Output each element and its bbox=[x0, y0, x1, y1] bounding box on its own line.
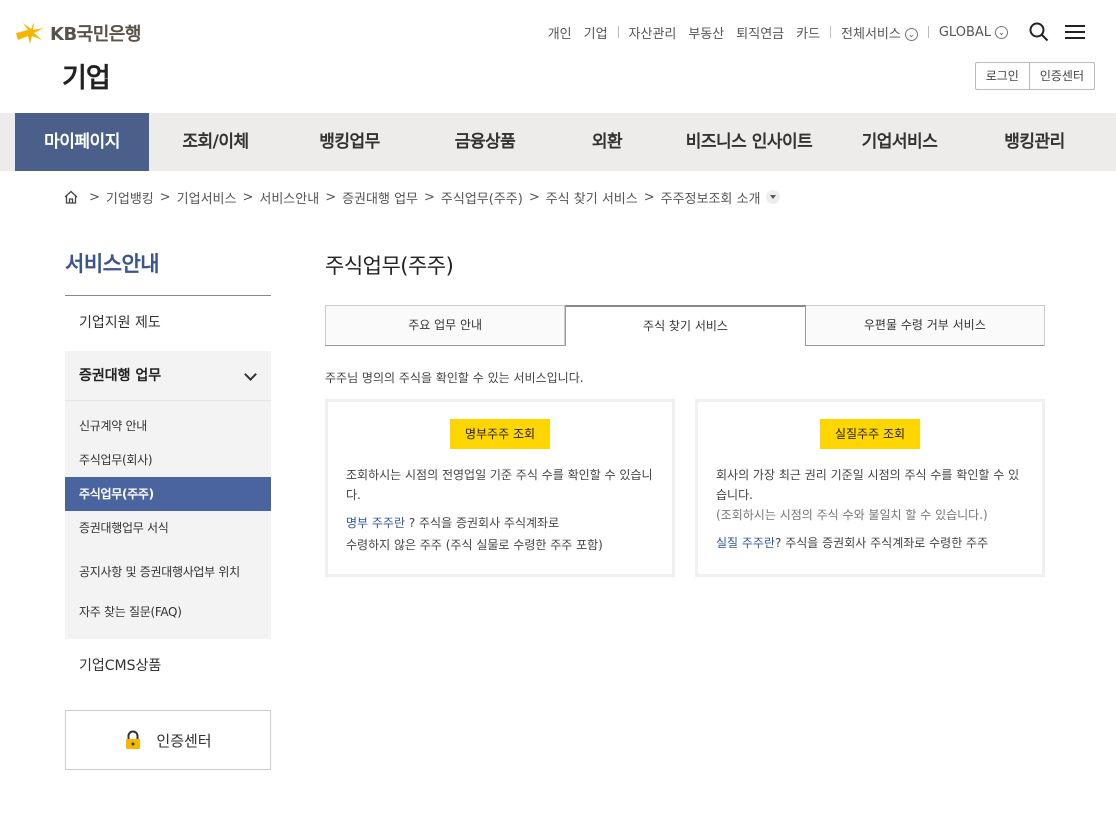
breadcrumb-arrow: > bbox=[528, 189, 540, 205]
service-description: 주주님 명의의 주식을 확인할 수 있는 서비스입니다. bbox=[325, 371, 584, 385]
actual-shareholder-link[interactable]: 실질 주주란 bbox=[716, 536, 775, 550]
breadcrumb-arrow: > bbox=[643, 189, 655, 205]
nav-business[interactable]: 기업 bbox=[584, 23, 608, 42]
breadcrumb-item[interactable]: 기업서비스 bbox=[177, 188, 237, 207]
side-nav-group-securities-agency[interactable]: 증권대행 업무 bbox=[65, 351, 271, 401]
registered-shareholder-card: 명부주주 조회 조회하시는 시점의 전영업일 기준 주식 수를 확인할 수 있습… bbox=[325, 399, 675, 577]
kb-logo[interactable]: KB국민은행 bbox=[14, 20, 141, 46]
utility-nav: 개인 기업 자산관리 부동산 퇴직연금 카드 전체서비스 ⌄ GLOBAL ⌄ bbox=[542, 22, 1086, 42]
actual-shareholder-button[interactable]: 실질주주 조회 bbox=[820, 419, 920, 449]
gnb-forex[interactable]: 외환 bbox=[553, 113, 661, 171]
divider bbox=[830, 26, 832, 38]
gnb-corporate-services[interactable]: 기업서비스 bbox=[837, 113, 962, 171]
menu-button[interactable] bbox=[1064, 21, 1086, 43]
gnb-banking[interactable]: 뱅킹업무 bbox=[282, 113, 417, 171]
card-definition-text: ? 주식을 증권회사 주식계좌로 bbox=[405, 516, 560, 530]
cert-center-link[interactable]: 인증센터 bbox=[65, 710, 271, 770]
card-text: 조회하시는 시점의 전영업일 기준 주식 수를 확인할 수 있습니다. bbox=[346, 468, 653, 502]
cert-center-button[interactable]: 인증센터 bbox=[1028, 63, 1094, 89]
gnb-inquiry-transfer[interactable]: 조회/이체 bbox=[149, 113, 282, 171]
breadcrumb-item[interactable]: 기업뱅킹 bbox=[106, 188, 154, 207]
side-nav-group-label: 증권대행 업무 bbox=[79, 368, 162, 384]
submenu-notice-location[interactable]: 공지사항 및 증권대행사업부 위치 bbox=[65, 549, 271, 595]
card-definition: 명부 주주란 ? 주식을 증권회사 주식계좌로 수령하지 않은 주주 (주식 실… bbox=[346, 512, 654, 556]
card-definition-text: 수령하지 않은 주주 (주식 실물로 수령한 주주 포함) bbox=[346, 538, 603, 552]
divider bbox=[617, 26, 619, 38]
nav-personal[interactable]: 개인 bbox=[548, 23, 572, 42]
breadcrumb-arrow: > bbox=[89, 189, 100, 205]
header: KB국민은행 기업 개인 기업 자산관리 부동산 퇴직연금 카드 전체서비스 ⌄ … bbox=[0, 0, 1116, 113]
card-definition: 실질 주주란? 주식을 증권회사 주식계좌로 수령한 주주 bbox=[716, 532, 1024, 554]
card-text: 회사의 가장 최근 권리 기준일 시점의 주식 수를 확인할 수 있습니다. bbox=[716, 468, 1020, 502]
card-list: 명부주주 조회 조회하시는 시점의 전영업일 기준 주식 수를 확인할 수 있습… bbox=[325, 399, 1045, 577]
search-button[interactable] bbox=[1028, 21, 1050, 43]
card-definition-text: ? 주식을 증권회사 주식계좌로 수령한 주주 bbox=[775, 536, 989, 550]
lock-icon bbox=[126, 730, 141, 749]
breadcrumb-dropdown-icon[interactable] bbox=[766, 190, 781, 204]
chevron-down-icon: ⌄ bbox=[904, 27, 918, 41]
nav-realestate[interactable]: 부동산 bbox=[688, 23, 724, 42]
side-nav: 서비스안내 기업지원 제도 증권대행 업무 신규계약 안내 주식업무(회사) 주… bbox=[65, 248, 271, 770]
main-nav: 마이페이지 조회/이체 뱅킹업무 금융상품 외환 비즈니스 인사이트 기업서비스… bbox=[0, 113, 1116, 171]
submenu-forms[interactable]: 증권대행업무 서식 bbox=[65, 511, 271, 545]
home-icon[interactable] bbox=[63, 189, 79, 205]
login-button[interactable]: 로그인 bbox=[976, 63, 1029, 89]
side-nav-title: 서비스안내 bbox=[65, 248, 271, 296]
tab-stock-search[interactable]: 주식 찾기 서비스 bbox=[565, 305, 806, 346]
actual-shareholder-card: 실질주주 조회 회사의 가장 최근 권리 기준일 시점의 주식 수를 확인할 수… bbox=[695, 399, 1045, 577]
global-label: GLOBAL bbox=[938, 24, 991, 40]
breadcrumb-item[interactable]: 주식 찾기 서비스 bbox=[546, 188, 638, 207]
breadcrumb-item[interactable]: 증권대행 업무 bbox=[342, 188, 418, 207]
breadcrumb-item[interactable]: 주식업무(주주) bbox=[441, 188, 523, 207]
breadcrumb-current[interactable]: 주주정보조회 소개 bbox=[661, 188, 761, 207]
chevron-down-icon: ⌄ bbox=[995, 25, 1008, 39]
card-note: (조회하시는 시점의 주식 수와 불일치 할 수 있습니다.) bbox=[716, 508, 988, 522]
breadcrumb-arrow: > bbox=[242, 189, 254, 205]
side-nav-item-cms[interactable]: 기업CMS상품 bbox=[65, 639, 271, 694]
kb-star-icon bbox=[16, 22, 44, 44]
search-icon bbox=[1029, 22, 1049, 42]
submenu-stock-company[interactable]: 주식업무(회사) bbox=[65, 443, 271, 477]
gnb-banking-management[interactable]: 뱅킹관리 bbox=[962, 113, 1107, 171]
site-title: 기업 bbox=[62, 63, 111, 94]
gnb-financial-products[interactable]: 금융상품 bbox=[417, 113, 553, 171]
nav-global[interactable]: GLOBAL ⌄ bbox=[939, 25, 1008, 40]
cert-center-label: 인증센터 bbox=[156, 731, 212, 750]
breadcrumb: > 기업뱅킹 > 기업서비스 > 서비스안내 > 증권대행 업무 > 주식업무(… bbox=[63, 187, 781, 207]
divider bbox=[927, 26, 929, 38]
side-nav-item-corporate-support[interactable]: 기업지원 제도 bbox=[65, 296, 271, 351]
submenu-new-contract[interactable]: 신규계약 안내 bbox=[65, 409, 271, 443]
registered-shareholder-button[interactable]: 명부주주 조회 bbox=[450, 419, 550, 449]
nav-pension[interactable]: 퇴직연금 bbox=[736, 23, 784, 42]
submenu-faq[interactable]: 자주 찾는 질문(FAQ) bbox=[65, 595, 271, 629]
page-title: 주식업무(주주) bbox=[325, 254, 454, 278]
breadcrumb-arrow: > bbox=[159, 189, 171, 205]
breadcrumb-item[interactable]: 서비스안내 bbox=[259, 188, 319, 207]
registered-shareholder-link[interactable]: 명부 주주란 bbox=[346, 516, 405, 530]
gnb-mypage[interactable]: 마이페이지 bbox=[15, 113, 149, 171]
main-content: 주식업무(주주) 주요 업무 안내 주식 찾기 서비스 우편물 수령 거부 서비… bbox=[325, 250, 1045, 577]
chevron-down-icon bbox=[244, 368, 257, 381]
tab-mail-refusal[interactable]: 우편물 수령 거부 서비스 bbox=[805, 305, 1045, 346]
nav-card[interactable]: 카드 bbox=[796, 23, 820, 42]
logo-text: KB국민은행 bbox=[50, 24, 141, 45]
submenu-stock-shareholder[interactable]: 주식업무(주주) bbox=[65, 477, 271, 511]
tab-list: 주요 업무 안내 주식 찾기 서비스 우편물 수령 거부 서비스 bbox=[325, 305, 1045, 346]
login-group: 로그인 인증센터 bbox=[974, 62, 1095, 90]
nav-asset[interactable]: 자산관리 bbox=[629, 23, 677, 42]
breadcrumb-arrow: > bbox=[325, 189, 337, 205]
gnb-business-insight[interactable]: 비즈니스 인사이트 bbox=[661, 113, 837, 171]
tab-main-tasks[interactable]: 주요 업무 안내 bbox=[325, 305, 566, 346]
side-nav-submenu: 신규계약 안내 주식업무(회사) 주식업무(주주) 증권대행업무 서식 공지사항… bbox=[65, 401, 271, 639]
hamburger-icon bbox=[1065, 25, 1085, 39]
breadcrumb-arrow: > bbox=[424, 189, 435, 205]
all-services-label: 전체서비스 bbox=[841, 26, 901, 42]
nav-all-services[interactable]: 전체서비스 ⌄ bbox=[841, 23, 918, 42]
